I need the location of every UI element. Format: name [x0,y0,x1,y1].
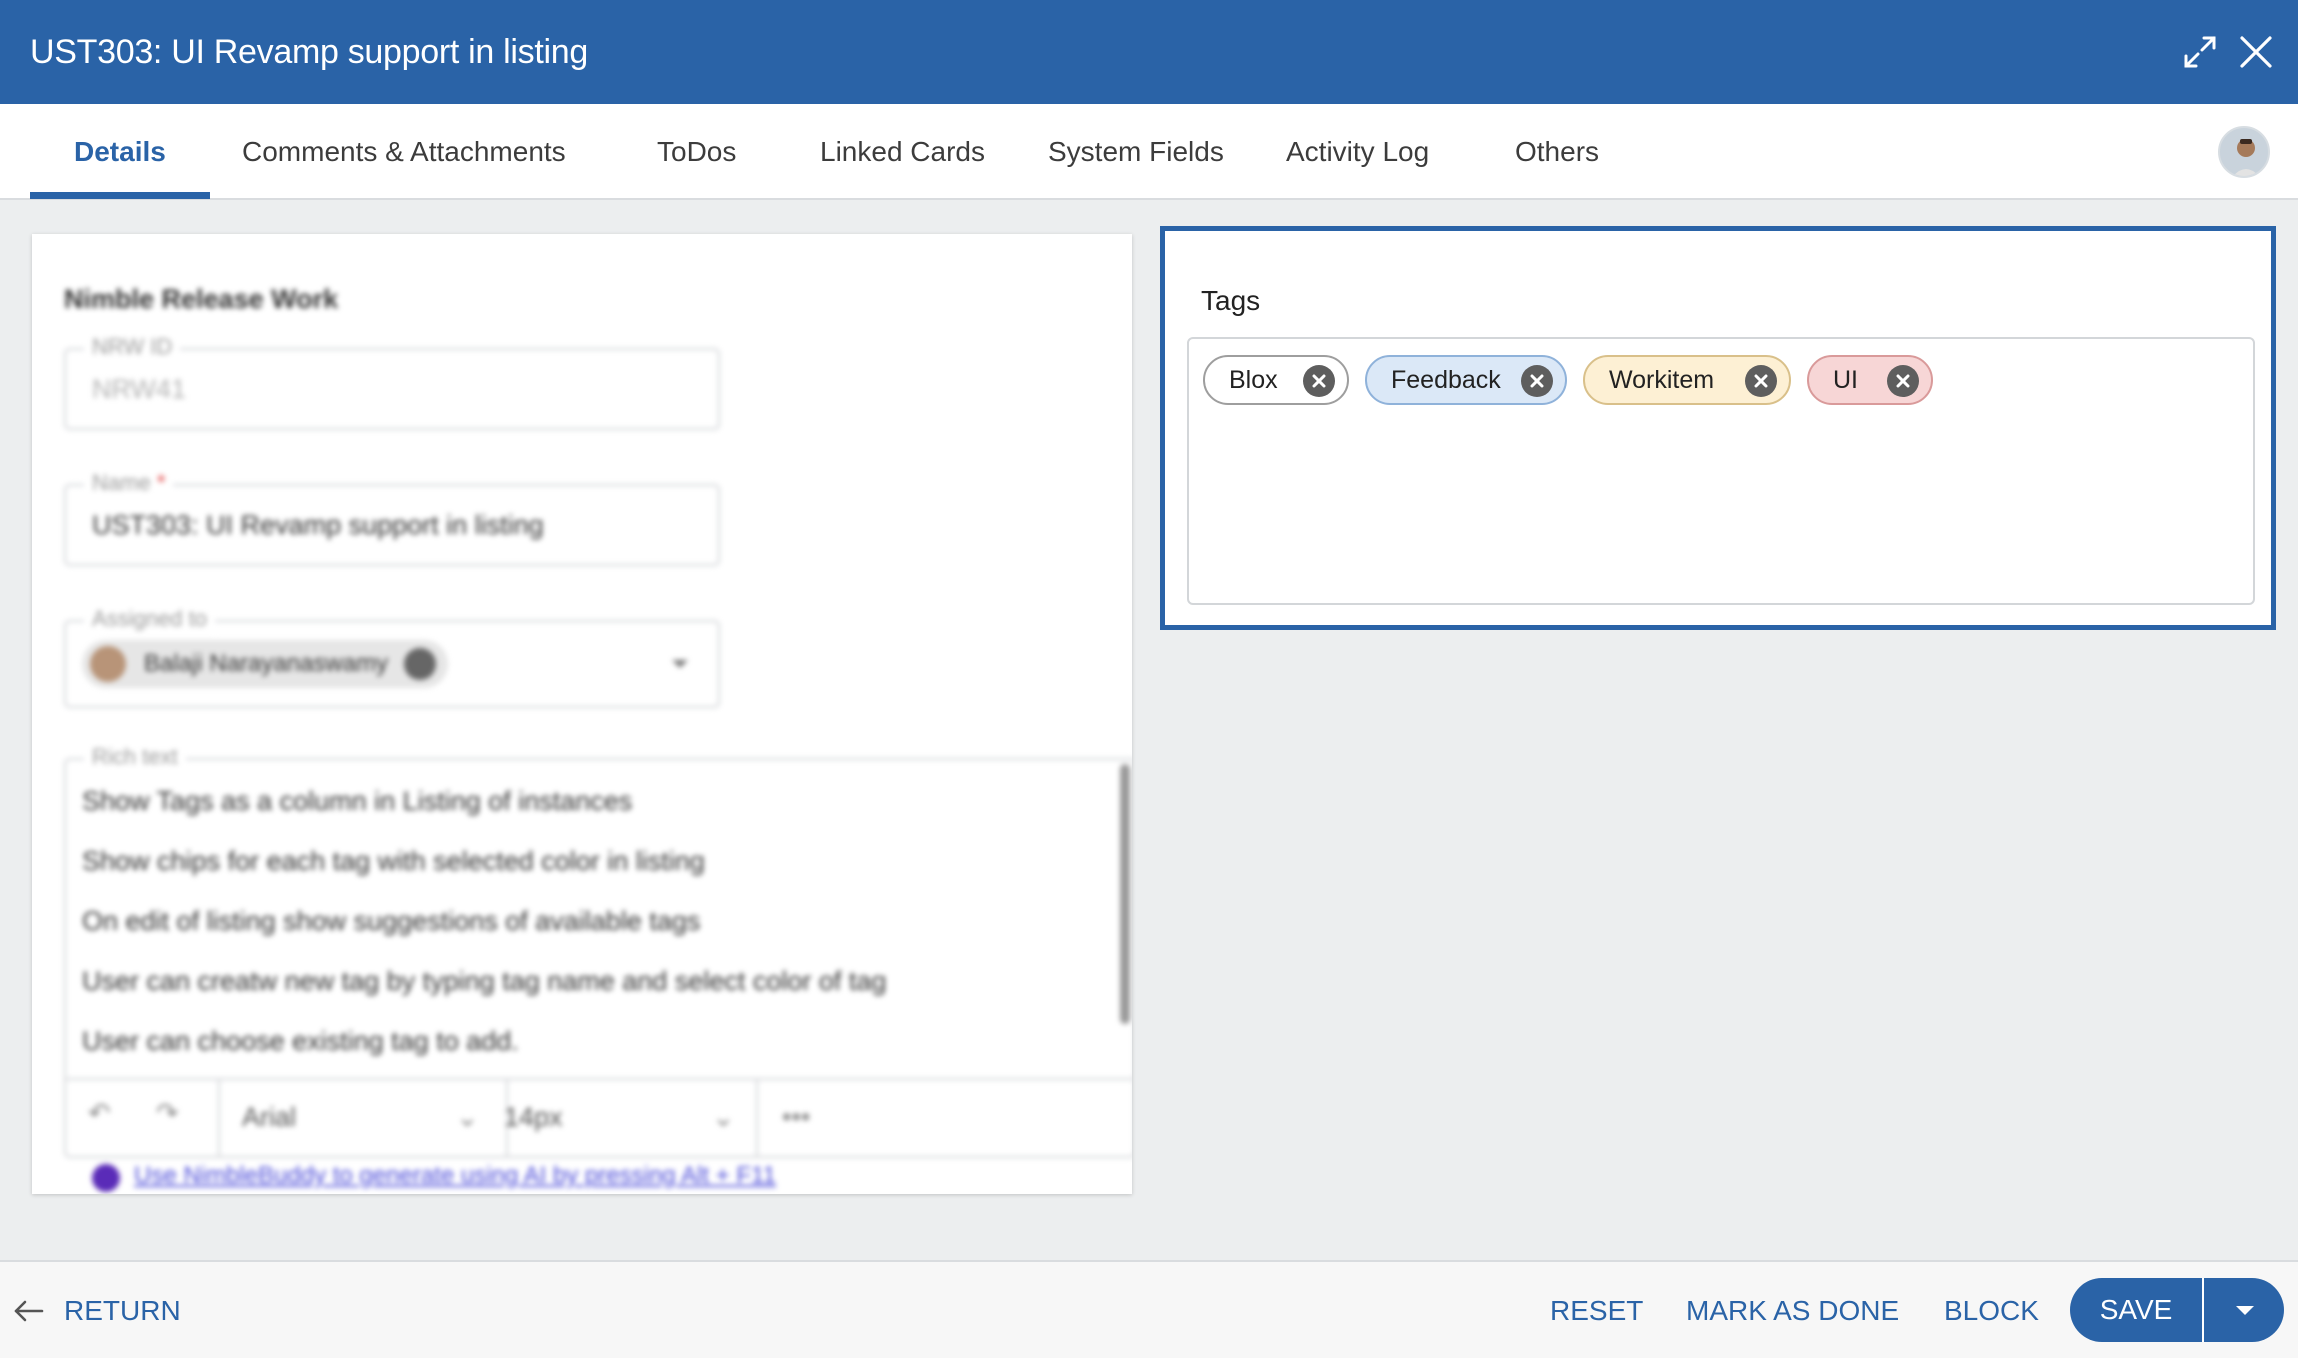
save-button-group: SAVE [2070,1278,2284,1342]
tag-chip[interactable]: Feedback [1365,355,1567,405]
dialog-header: UST303: UI Revamp support in listing [0,0,2298,104]
size-select[interactable]: 14px [504,1102,563,1133]
details-card: Nimble Release Work NRW ID NRW41 Name * … [32,234,1132,1194]
tag-label: UI [1833,365,1858,394]
scrollbar[interactable] [1120,764,1130,1024]
editor-toolbar: ↶ ↷ Arial ⌄ 14px ⌄ ••• [66,1078,1132,1156]
save-options-button[interactable] [2204,1278,2284,1342]
tag-chip[interactable]: Blox [1203,355,1349,405]
chevron-down-icon[interactable]: ⌄ [456,1102,479,1133]
remove-tag-icon[interactable] [1745,365,1777,397]
assignee-avatar [90,646,126,682]
active-tab-indicator [30,192,210,199]
rich-text-line: User can choose existing tag to add. [82,1026,519,1056]
tab-activity-log[interactable]: Activity Log [1286,104,1429,200]
remove-tag-icon[interactable] [1303,365,1335,397]
undo-icon[interactable]: ↶ [88,1098,111,1129]
rich-text-line: Show chips for each tag with selected co… [82,846,705,876]
chevron-down-icon[interactable] [672,660,688,668]
close-icon[interactable] [2234,30,2278,74]
return-button[interactable]: RETURN [64,1262,181,1358]
rich-text-line: User can creatw new tag by typing tag na… [82,966,887,996]
font-select[interactable]: Arial [242,1102,296,1133]
tag-chip[interactable]: Workitem [1583,355,1791,405]
assigned-to-label: Assigned to [84,606,215,632]
footer-bar: RETURN RESET MARK AS DONE BLOCK SAVE [0,1260,2298,1358]
rich-text-line: On edit of listing show suggestions of a… [82,906,701,936]
nrw-id-label: NRW ID [84,334,181,360]
toolbar-divider [756,1080,758,1156]
required-marker: * [156,470,166,495]
tab-details[interactable]: Details [74,104,166,200]
rich-text-label: Rich text [84,744,186,770]
avatar[interactable] [2218,126,2270,178]
tab-todos[interactable]: ToDos [657,104,736,200]
more-options-icon[interactable]: ••• [782,1102,810,1133]
nrw-id-value: NRW41 [92,374,187,404]
block-button[interactable]: BLOCK [1944,1262,2039,1358]
tag-label: Feedback [1391,365,1501,394]
tab-system-fields[interactable]: System Fields [1048,104,1224,200]
tags-card: Tags Blox Feedback Workitem UI [1160,226,2276,630]
assigned-to-field[interactable]: Assigned to Balaji Narayanaswamy [64,606,720,708]
remove-assignee-icon[interactable] [404,648,436,680]
assignee-name: Balaji Narayanaswamy [144,650,389,677]
reset-button[interactable]: RESET [1550,1262,1643,1358]
expand-icon[interactable] [2178,30,2222,74]
tab-linked-cards[interactable]: Linked Cards [820,104,985,200]
nimblebuddy-icon [92,1164,120,1192]
page-title: UST303: UI Revamp support in listing [30,32,589,71]
arrow-left-icon[interactable] [12,1296,46,1326]
tab-others[interactable]: Others [1515,104,1599,200]
tag-chip[interactable]: UI [1807,355,1933,405]
save-button[interactable]: SAVE [2070,1278,2202,1342]
name-value: UST303: UI Revamp support in listing [92,510,544,540]
assignee-chip[interactable]: Balaji Narayanaswamy [82,640,448,688]
tags-input[interactable]: Blox Feedback Workitem UI [1187,337,2255,605]
tag-label: Workitem [1609,365,1715,394]
toolbar-divider [218,1080,220,1156]
tab-bar: Details Comments & Attachments ToDos Lin… [0,104,2298,200]
caret-down-icon [2236,1306,2254,1315]
rich-text-editor[interactable]: Rich text Show Tags as a column in Listi… [64,744,1132,1158]
name-label: Name * [84,470,174,496]
remove-tag-icon[interactable] [1887,365,1919,397]
rich-text-line: Show Tags as a column in Listing of inst… [82,786,633,816]
mark-as-done-button[interactable]: MARK AS DONE [1686,1262,1899,1358]
remove-tag-icon[interactable] [1521,365,1553,397]
section-title: Nimble Release Work [64,284,339,314]
redo-icon[interactable]: ↷ [156,1098,179,1129]
name-field[interactable]: Name * UST303: UI Revamp support in list… [64,470,720,566]
chevron-down-icon[interactable]: ⌄ [712,1102,735,1133]
nrw-id-field[interactable]: NRW ID NRW41 [64,334,720,430]
tags-label: Tags [1201,285,1261,316]
tag-label: Blox [1229,365,1278,394]
ai-hint-link[interactable]: Use NimbleBuddy to generate using AI by … [134,1162,776,1190]
tab-comments-attachments[interactable]: Comments & Attachments [242,104,566,200]
